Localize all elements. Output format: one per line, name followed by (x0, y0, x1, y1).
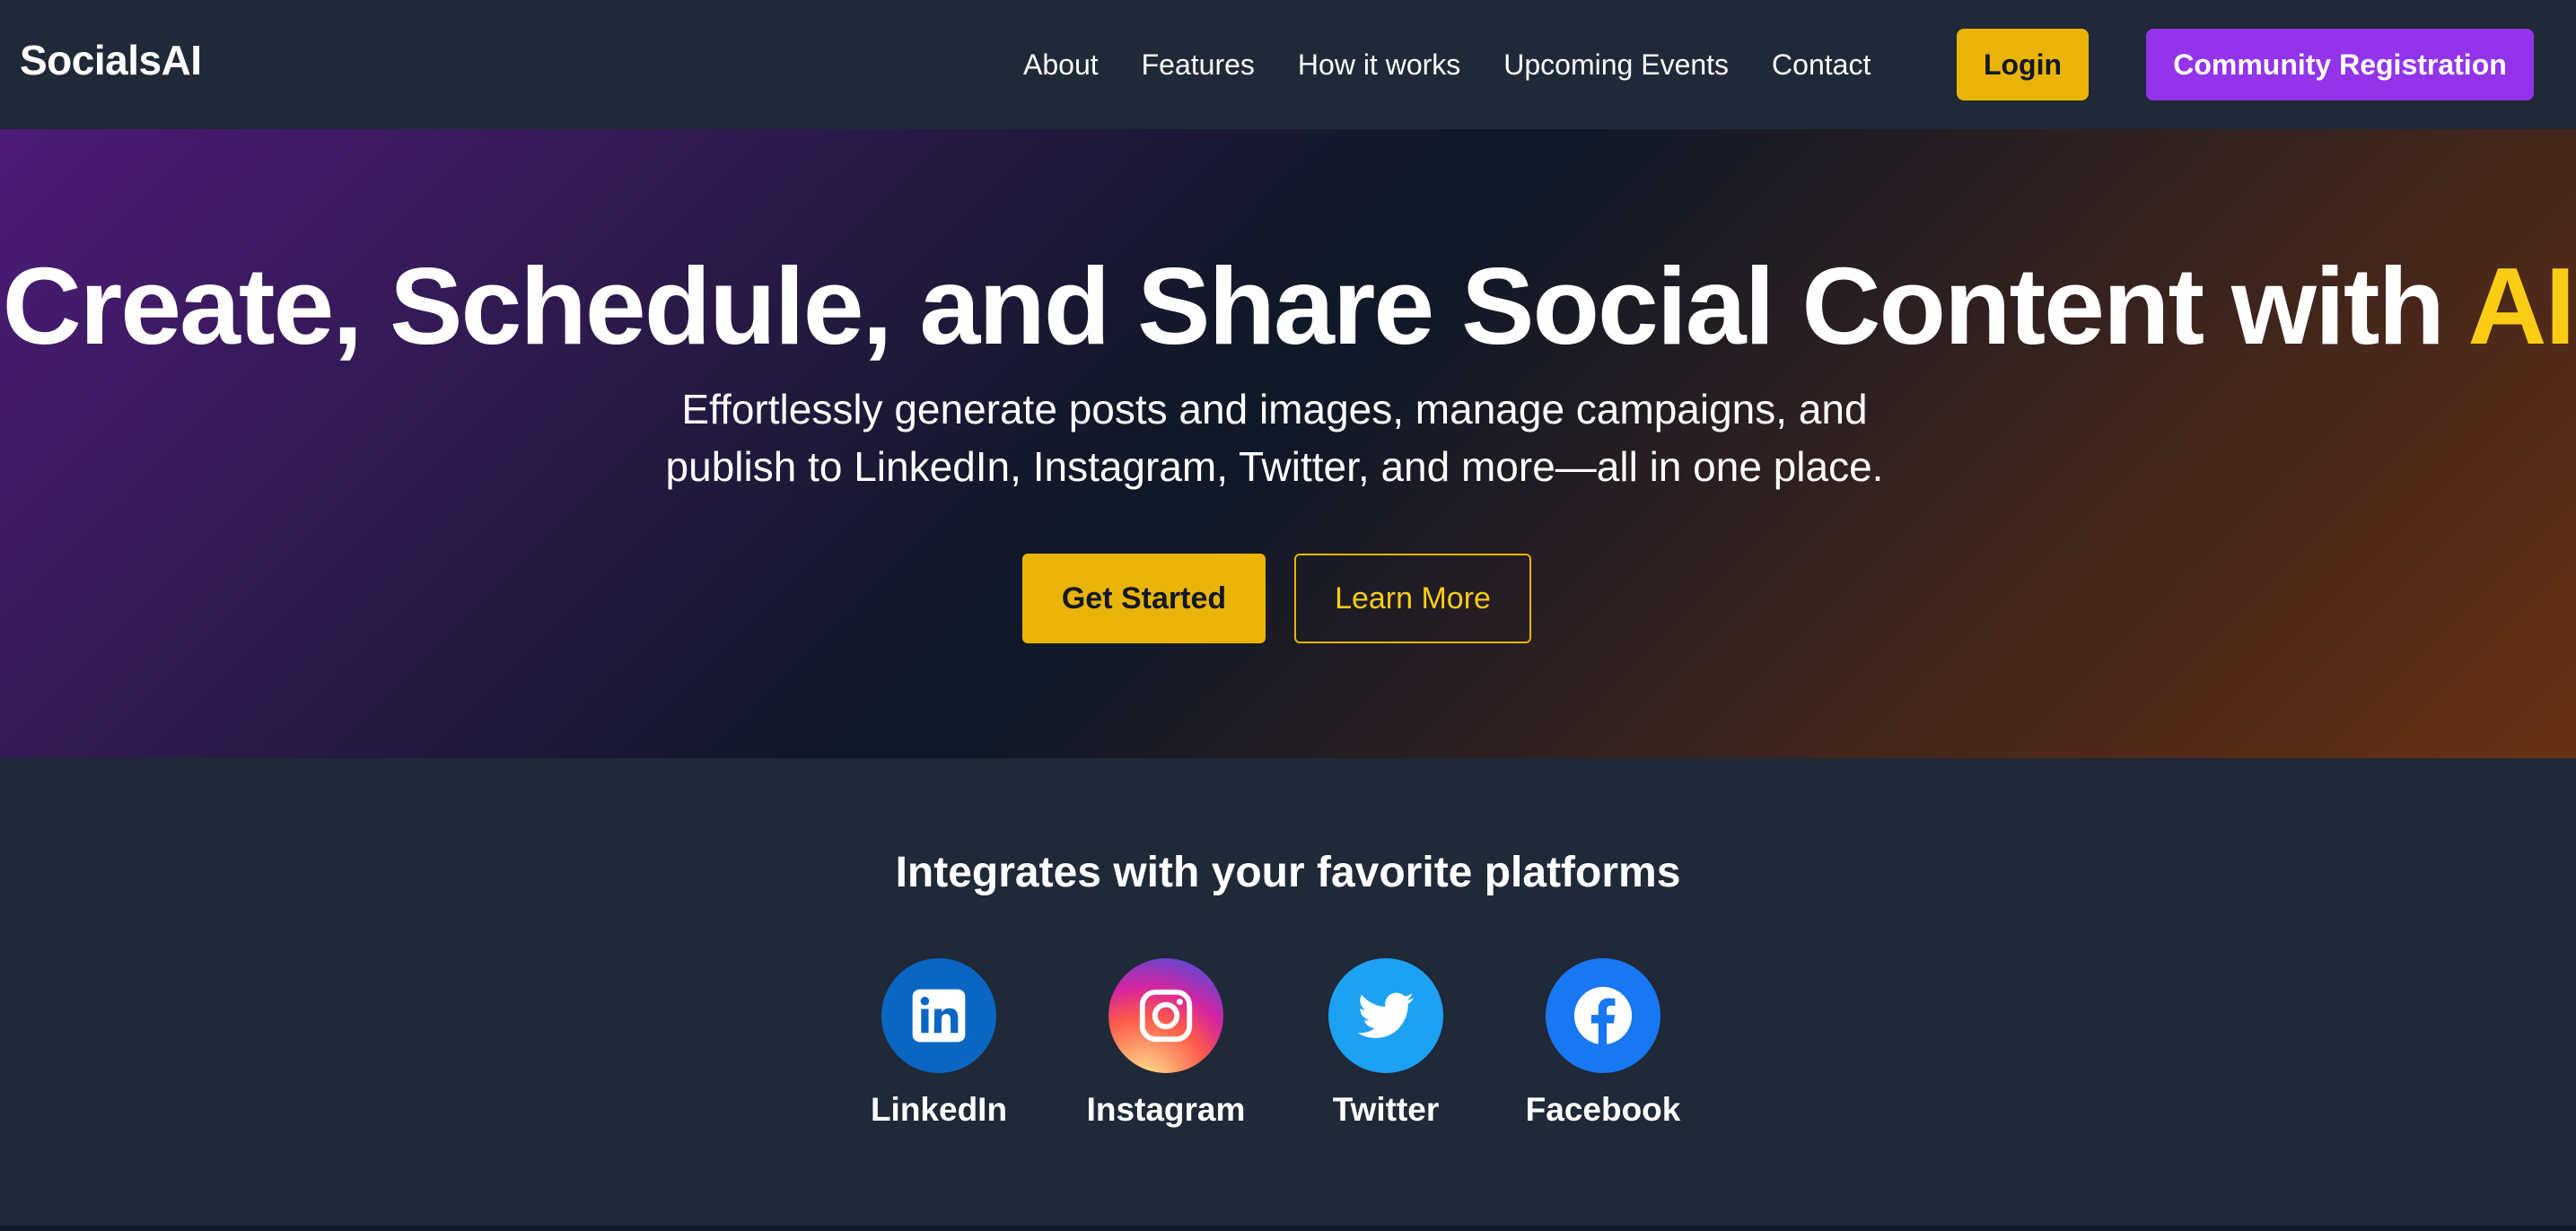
twitter-bird-glyph (1357, 992, 1415, 1038)
platform-label-instagram: Instagram (1086, 1091, 1246, 1128)
hero-subtitle-line-2: publish to LinkedIn, Instagram, Twitter,… (665, 443, 1884, 490)
hero-title: Create, Schedule, and Share Social Conte… (0, 246, 2576, 366)
platform-label-twitter: Twitter (1332, 1091, 1440, 1128)
platform-label-linkedin: LinkedIn (870, 1091, 1008, 1128)
login-button[interactable]: Login (1957, 29, 2089, 100)
hero-title-main: Create, Schedule, and Share Social Conte… (2, 245, 2468, 367)
hero-title-accent: AI (2467, 245, 2575, 367)
linkedin-glyph (912, 989, 966, 1043)
nav-link-features[interactable]: Features (1142, 48, 1255, 82)
nav-link-how-it-works[interactable]: How it works (1298, 48, 1460, 82)
facebook-glyph (1573, 986, 1633, 1045)
twitter-icon[interactable] (1328, 958, 1443, 1073)
facebook-icon[interactable] (1546, 958, 1660, 1073)
top-navbar: SocialsAI About Features How it works Up… (0, 0, 2576, 129)
platform-facebook: Facebook (1513, 958, 1693, 1129)
platform-twitter: Twitter (1296, 958, 1476, 1129)
nav-link-about[interactable]: About (1023, 48, 1099, 82)
nav-links: About Features How it works Upcoming Eve… (1023, 0, 1914, 129)
integrations-title: Integrates with your favorite platforms (895, 849, 1681, 896)
platform-instagram: Instagram (1076, 958, 1256, 1129)
hero-section: Create, Schedule, and Share Social Conte… (0, 129, 2576, 758)
get-started-button[interactable]: Get Started (1022, 554, 1266, 643)
instagram-glyph (1139, 989, 1193, 1043)
platform-linkedin: LinkedIn (849, 958, 1029, 1129)
community-registration-button[interactable]: Community Registration (2146, 29, 2534, 100)
learn-more-button[interactable]: Learn More (1294, 554, 1531, 643)
nav-link-upcoming-events[interactable]: Upcoming Events (1503, 48, 1729, 82)
footer-divider (0, 1226, 2576, 1231)
brand-logo[interactable]: SocialsAI (20, 36, 202, 84)
hero-subtitle: Effortlessly generate posts and images, … (660, 380, 1889, 495)
nav-link-contact[interactable]: Contact (1772, 48, 1871, 82)
platform-label-facebook: Facebook (1525, 1091, 1681, 1128)
instagram-icon[interactable] (1108, 958, 1223, 1073)
linkedin-icon[interactable] (881, 958, 996, 1073)
hero-subtitle-line-1: Effortlessly generate posts and images, … (681, 386, 1868, 432)
